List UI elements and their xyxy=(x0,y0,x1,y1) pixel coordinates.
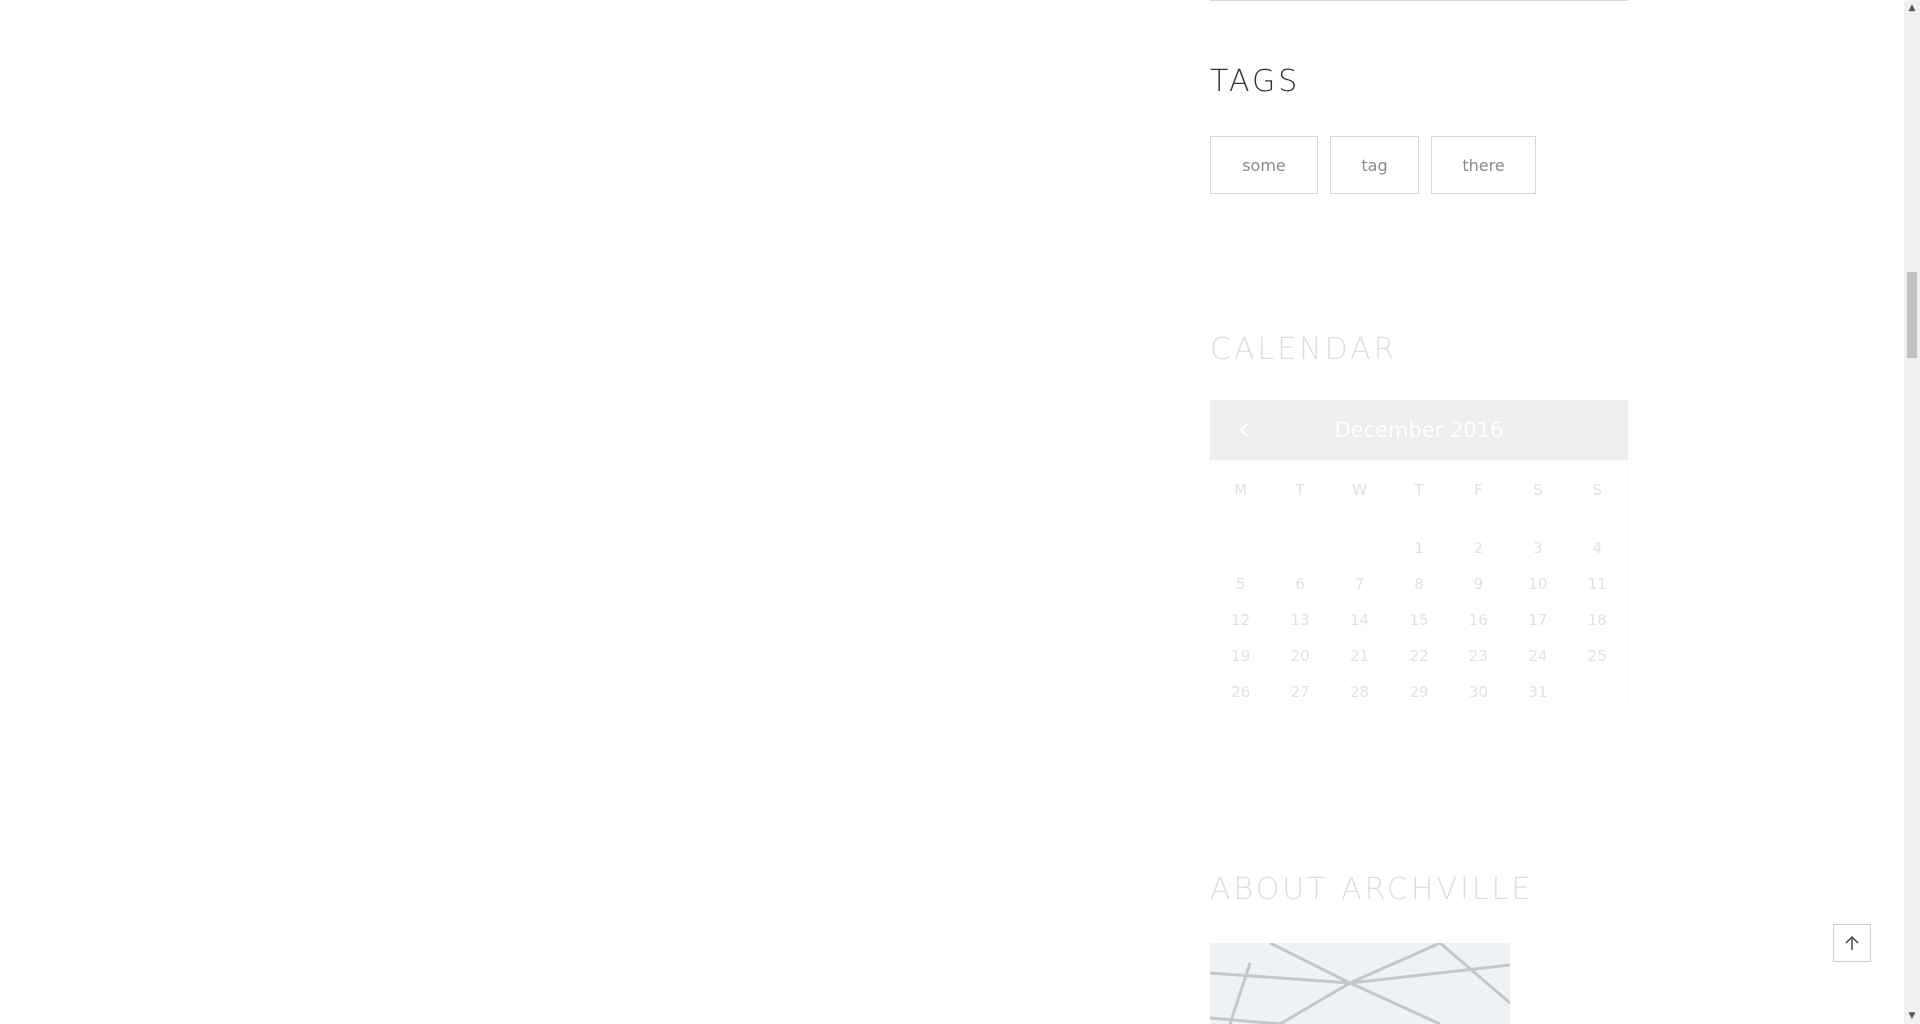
calendar-day: 2 xyxy=(1473,539,1484,557)
tag-link-there[interactable]: there xyxy=(1431,136,1536,194)
calendar-day xyxy=(1330,530,1389,566)
weekday-label: F xyxy=(1474,481,1483,499)
weekday-label: T xyxy=(1295,481,1305,499)
calendar-day: 18 xyxy=(1587,611,1607,629)
calendar-widget-title: CALENDAR xyxy=(1210,332,1398,367)
calendar-day: 31 xyxy=(1528,683,1548,701)
architecture-image xyxy=(1210,943,1510,1024)
arrow-up-icon xyxy=(1845,935,1859,950)
calendar-day: 9 xyxy=(1473,575,1484,593)
calendar-days: 1 2 3 4 5 6 7 8 9 10 11 12 13 14 15 16 1… xyxy=(1211,530,1627,710)
page: TAGS some tag there CALENDAR December 20… xyxy=(0,0,1920,1024)
calendar-day: 27 xyxy=(1290,683,1310,701)
tag-link-some[interactable]: some xyxy=(1210,136,1318,194)
calendar-month-label: December 2016 xyxy=(1334,418,1504,442)
calendar-day: 3 xyxy=(1533,539,1543,557)
calendar-body: M T W T F S S 1 2 3 4 5 6 7 8 9 10 11 12… xyxy=(1210,460,1628,710)
divider xyxy=(1210,0,1628,1)
about-widget-title: ABOUT ARCHVILLE xyxy=(1210,872,1534,907)
calendar-day: 1 xyxy=(1414,539,1424,557)
weekday-label: S xyxy=(1592,481,1603,499)
calendar-day: 30 xyxy=(1468,683,1488,701)
calendar-day xyxy=(1270,530,1329,566)
scrollbar-thumb[interactable] xyxy=(1907,272,1917,358)
calendar-day: 6 xyxy=(1295,575,1305,593)
calendar-day: 5 xyxy=(1235,575,1246,593)
calendar-day: 15 xyxy=(1409,611,1429,629)
calendar-day: 16 xyxy=(1468,611,1488,629)
calendar-day: 28 xyxy=(1350,683,1370,701)
tag-list: some tag there xyxy=(1210,136,1536,194)
calendar-day: 23 xyxy=(1468,647,1488,665)
calendar-day: 22 xyxy=(1409,647,1429,665)
chevron-left-icon[interactable] xyxy=(1232,418,1256,442)
scroll-up-arrow-icon[interactable]: ▲ xyxy=(1904,0,1920,16)
tag-link-tag[interactable]: tag xyxy=(1330,136,1419,194)
calendar-header: December 2016 xyxy=(1210,400,1628,460)
calendar-day: 26 xyxy=(1231,683,1251,701)
calendar-day: 19 xyxy=(1231,647,1251,665)
about-image xyxy=(1210,943,1510,1024)
calendar-day: 12 xyxy=(1231,611,1251,629)
tags-widget-title: TAGS xyxy=(1210,64,1301,99)
calendar-day: 21 xyxy=(1350,647,1370,665)
scroll-to-top-button[interactable] xyxy=(1833,924,1871,962)
calendar-day: 4 xyxy=(1592,539,1603,557)
calendar-day: 11 xyxy=(1587,575,1607,593)
calendar-day: 24 xyxy=(1528,647,1548,665)
vertical-scrollbar[interactable]: ▲ ▼ xyxy=(1904,0,1920,1024)
calendar-day xyxy=(1568,674,1627,710)
calendar-day: 14 xyxy=(1350,611,1370,629)
calendar: December 2016 M T W T F S S 1 2 3 4 5 6 … xyxy=(1210,400,1628,710)
scroll-down-arrow-icon[interactable]: ▼ xyxy=(1904,1008,1920,1024)
calendar-day: 13 xyxy=(1290,611,1310,629)
calendar-weekday-row: M T W T F S S xyxy=(1211,472,1627,508)
weekday-label: M xyxy=(1234,481,1248,499)
weekday-label: T xyxy=(1414,481,1424,499)
calendar-day: 10 xyxy=(1528,575,1548,593)
calendar-day: 20 xyxy=(1290,647,1310,665)
chevron-left-icon-svg xyxy=(1239,423,1248,437)
calendar-day xyxy=(1211,530,1270,566)
calendar-day: 17 xyxy=(1528,611,1548,629)
calendar-day: 29 xyxy=(1409,683,1429,701)
weekday-label: S xyxy=(1533,481,1543,499)
weekday-label: W xyxy=(1352,481,1367,499)
calendar-day: 8 xyxy=(1414,575,1424,593)
calendar-day: 25 xyxy=(1587,647,1607,665)
calendar-day: 7 xyxy=(1354,575,1365,593)
